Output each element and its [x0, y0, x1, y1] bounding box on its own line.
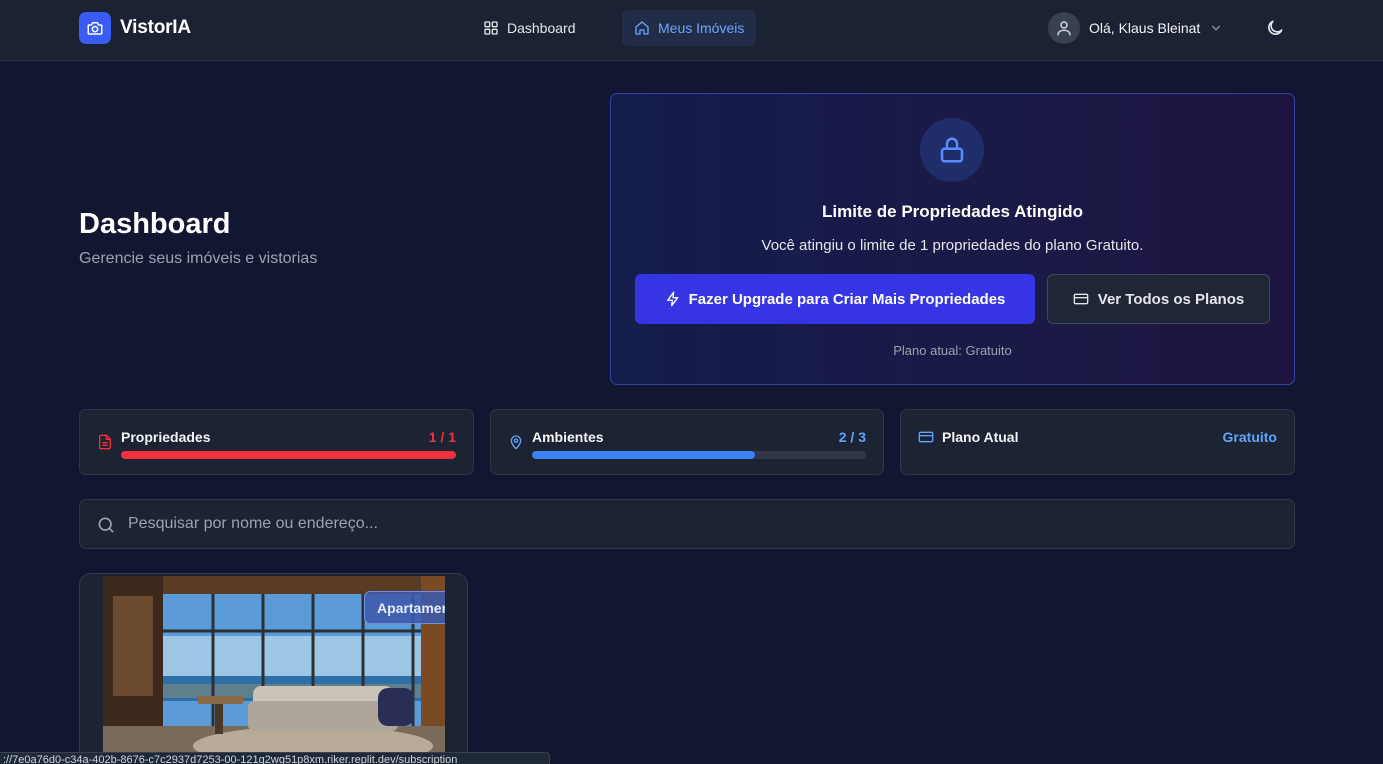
search-input[interactable] [128, 500, 1278, 548]
search-icon [96, 515, 116, 540]
upgrade-button-label: Fazer Upgrade para Criar Mais Propriedad… [688, 290, 1006, 308]
user-menu[interactable]: Olá, Klaus Bleinat [1048, 12, 1223, 44]
stat-card-rooms: Ambientes 2 / 3 [490, 409, 884, 475]
progress-bar [532, 451, 866, 459]
nav-dashboard-label: Dashboard [507, 20, 576, 36]
limit-message: Você atingiu o limite de 1 propriedades … [761, 237, 1144, 254]
view-plans-button-label: Ver Todos os Planos [1097, 290, 1245, 308]
page-subtitle: Gerencie seus imóveis e vistorias [79, 250, 318, 267]
property-type-badge: Apartamento [364, 591, 445, 624]
stat-value: Gratuito [1222, 429, 1277, 445]
credit-card-icon [918, 429, 934, 445]
brand[interactable]: VistorIA [79, 12, 191, 44]
search-box [79, 499, 1295, 549]
lightning-icon [665, 291, 681, 307]
stat-value: 1 / 1 [428, 429, 456, 445]
progress-bar-fill [532, 451, 755, 459]
grid-icon [483, 20, 499, 36]
property-image[interactable]: Apartamento [103, 576, 445, 764]
home-icon [634, 20, 650, 36]
stat-label: Plano Atual [942, 429, 1019, 445]
status-bar-url: ://7e0a76d0-c34a-402b-8676-c7c2937d7253-… [0, 752, 550, 764]
view-plans-button[interactable]: Ver Todos os Planos [1047, 274, 1270, 324]
chevron-down-icon [1209, 21, 1223, 35]
lock-icon [920, 118, 984, 182]
property-card[interactable]: Apartamento [79, 573, 468, 764]
progress-bar-fill [121, 451, 456, 459]
user-icon [1048, 12, 1080, 44]
page-title: Dashboard [79, 208, 231, 240]
map-pin-icon [508, 434, 524, 450]
moon-icon[interactable] [1263, 16, 1287, 40]
limit-title: Limite de Propriedades Atingido [821, 202, 1083, 221]
nav-meus-imoveis[interactable]: Meus Imóveis [622, 10, 757, 46]
property-limit-card: Limite de Propriedades Atingido Você ati… [610, 93, 1295, 385]
stat-label: Ambientes [532, 429, 604, 445]
stat-card-current-plan: Plano Atual Gratuito [900, 409, 1295, 475]
document-icon [97, 434, 113, 450]
user-greeting: Olá, Klaus Bleinat [1089, 20, 1201, 36]
upgrade-button[interactable]: Fazer Upgrade para Criar Mais Propriedad… [635, 274, 1035, 324]
nav-dashboard[interactable]: Dashboard [471, 10, 588, 46]
stat-label: Propriedades [121, 429, 211, 445]
credit-card-icon [1073, 291, 1089, 307]
progress-bar [121, 451, 456, 459]
nav-meus-imoveis-label: Meus Imóveis [658, 20, 745, 36]
stat-value: 2 / 3 [838, 429, 866, 445]
stat-card-properties: Propriedades 1 / 1 [79, 409, 474, 475]
camera-icon [79, 12, 111, 44]
current-plan-note: Plano atual: Gratuito [893, 343, 1012, 358]
top-navbar: VistorIA Dashboard Meus Imóveis Olá, Kla… [0, 0, 1383, 61]
app-name: VistorIA [120, 17, 191, 38]
